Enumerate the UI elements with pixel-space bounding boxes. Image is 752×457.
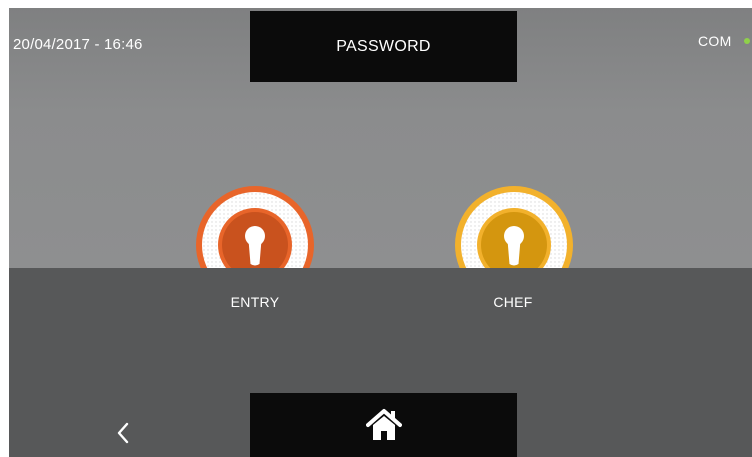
status-dot-icon: [743, 38, 750, 44]
back-button[interactable]: [109, 416, 137, 450]
com-status-label: COM: [698, 33, 732, 49]
intercom-screen: 20/04/2017 - 16:46 PASSWORD COM ENTRY CH…: [9, 8, 752, 457]
home-button[interactable]: [250, 393, 517, 457]
home-icon: [365, 409, 402, 440]
title-bar: PASSWORD: [250, 11, 517, 82]
chef-lock-button[interactable]: [453, 184, 575, 268]
keyhole-icon: [196, 186, 314, 268]
chef-lock-label: CHEF: [493, 294, 533, 310]
entry-lock-label: ENTRY: [230, 294, 280, 310]
keyhole-icon: [455, 186, 573, 268]
page-title: PASSWORD: [336, 37, 431, 55]
datetime-display: 20/04/2017 - 16:46: [13, 36, 143, 53]
chevron-left-icon: [117, 422, 129, 444]
com-status: COM: [698, 33, 750, 49]
entry-lock-button[interactable]: [194, 184, 316, 268]
